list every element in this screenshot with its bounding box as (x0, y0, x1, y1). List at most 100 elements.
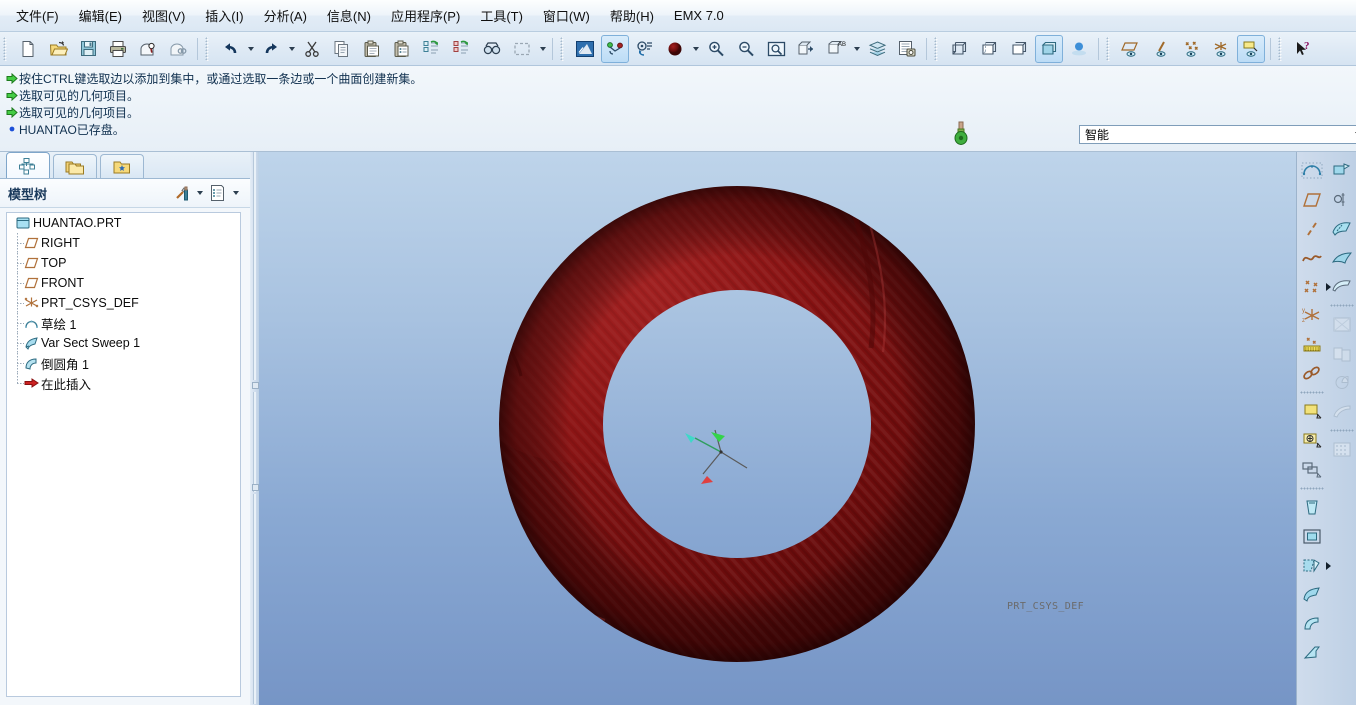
analysis-point-icon[interactable] (1297, 330, 1327, 359)
sweep-surface-icon[interactable] (1297, 580, 1327, 609)
model-torus[interactable] (259, 152, 1296, 705)
copy-icon[interactable] (328, 35, 356, 63)
datum-axis-display-icon[interactable] (1147, 35, 1175, 63)
model-tree[interactable]: HUANTAO.PRT RIGHT TOP FRONT PRT_CSYS_DEF… (6, 212, 241, 697)
color-appearance-dropdown-arrow[interactable] (690, 36, 701, 62)
tree-node-csys[interactable]: PRT_CSYS_DEF (7, 293, 240, 313)
chamfer-tool-icon[interactable] (1297, 638, 1327, 667)
offset-surface-icon[interactable] (1327, 272, 1356, 301)
spin-center-icon[interactable] (631, 35, 659, 63)
sketch-tool-icon[interactable] (1297, 156, 1327, 185)
zoom-in-icon[interactable] (702, 35, 730, 63)
tree-display-dropdown-arrow[interactable] (230, 182, 242, 204)
revolve-tool-icon[interactable] (1297, 426, 1327, 455)
selection-filter-icon[interactable] (950, 120, 972, 148)
rib-tool-icon[interactable] (1297, 522, 1327, 551)
ref-chain-icon[interactable] (1297, 359, 1327, 388)
menu-item-view[interactable]: 视图(V) (132, 1, 195, 30)
print-preview-icon[interactable] (134, 35, 162, 63)
selection-box-icon[interactable] (508, 35, 536, 63)
sweep-blend-tool-icon[interactable] (1297, 455, 1327, 484)
chevron-down-icon[interactable] (1351, 127, 1356, 142)
datum-csys-display-icon[interactable] (1207, 35, 1235, 63)
tab-favorites[interactable] (100, 154, 144, 178)
menu-item-info[interactable]: 信息(N) (317, 1, 381, 30)
save-icon[interactable] (74, 35, 102, 63)
menu-item-emx[interactable]: EMX 7.0 (664, 3, 734, 28)
tree-display-icon[interactable] (206, 181, 230, 205)
tree-node-sketch[interactable]: 草绘 1 (7, 313, 240, 333)
print-icon[interactable] (104, 35, 132, 63)
helical-sweep-icon[interactable] (1327, 185, 1356, 214)
datum-point-display-icon[interactable] (1177, 35, 1205, 63)
menu-item-analysis[interactable]: 分析(A) (254, 1, 317, 30)
shaded-reflection-icon[interactable] (1065, 35, 1093, 63)
menu-item-applications[interactable]: 应用程序(P) (381, 1, 470, 30)
menu-item-window[interactable]: 窗口(W) (533, 1, 600, 30)
regenerate-manual-icon[interactable] (448, 35, 476, 63)
selection-box-dropdown-arrow[interactable] (537, 36, 548, 62)
round-tool-icon[interactable] (1297, 609, 1327, 638)
annotation-display-icon[interactable] (1237, 34, 1265, 63)
splitter-grab-bottom[interactable] (252, 484, 259, 491)
extrude-tool-icon[interactable] (1297, 397, 1327, 426)
splitter-grab-top[interactable] (252, 382, 259, 389)
trim-surface-icon[interactable] (1327, 368, 1356, 397)
toolbar-grip-edit[interactable] (205, 36, 212, 61)
new-file-icon[interactable] (14, 35, 42, 63)
repaint-icon[interactable] (571, 35, 599, 63)
zoom-out-icon[interactable] (732, 35, 760, 63)
tree-node-part[interactable]: HUANTAO.PRT (7, 213, 240, 233)
datum-plane-display-icon[interactable] (1117, 35, 1145, 63)
panel-splitter[interactable] (250, 152, 259, 705)
datum-axis-tool-icon[interactable] (1297, 214, 1327, 243)
redo-icon[interactable] (257, 35, 285, 63)
shaded-icon[interactable] (1035, 34, 1063, 63)
datum-plane-tool-icon[interactable] (1297, 185, 1327, 214)
view-manager-icon[interactable] (893, 35, 921, 63)
tab-folder-browser[interactable] (53, 154, 97, 178)
layers-icon[interactable] (863, 35, 891, 63)
paste-icon[interactable] (358, 35, 386, 63)
color-appearance-icon[interactable] (661, 35, 689, 63)
graphics-viewport[interactable]: PRT_CSYS_DEF BBS.CHINADE.NET (259, 152, 1296, 705)
regenerate-icon[interactable] (418, 35, 446, 63)
tree-settings-dropdown-arrow[interactable] (194, 182, 206, 204)
menu-item-tools[interactable]: 工具(T) (470, 1, 533, 30)
merge-surface-icon[interactable] (1327, 339, 1356, 368)
tree-node-round[interactable]: 倒圆角 1 (7, 353, 240, 373)
toolbar-grip-datum[interactable] (1106, 36, 1113, 61)
menu-item-help[interactable]: 帮助(H) (600, 1, 664, 30)
tree-node-right[interactable]: RIGHT (7, 233, 240, 253)
menu-item-file[interactable]: 文件(F) (6, 1, 69, 30)
fill-surface-icon[interactable] (1327, 310, 1356, 339)
toolbar-grip[interactable] (3, 36, 10, 61)
curve-tool-icon[interactable] (1297, 243, 1327, 272)
no-hidden-icon[interactable] (1005, 35, 1033, 63)
find-icon[interactable] (478, 35, 506, 63)
redo-dropdown-arrow[interactable] (286, 36, 297, 62)
datum-point-tool-icon[interactable] (1297, 272, 1331, 301)
toolbar-grip-display[interactable] (934, 36, 941, 61)
menu-item-insert[interactable]: 插入(I) (195, 1, 253, 30)
saved-views-dropdown-arrow[interactable] (851, 36, 862, 62)
draft-tool-icon[interactable] (1297, 551, 1331, 580)
cut-icon[interactable] (298, 35, 326, 63)
style-surface-icon[interactable] (1327, 243, 1356, 272)
toolbar-grip-help[interactable] (1278, 36, 1285, 61)
undo-dropdown-arrow[interactable] (245, 36, 256, 62)
toolbar-grip-view[interactable] (560, 36, 567, 61)
mail-link-icon[interactable] (164, 35, 192, 63)
datum-display-icon[interactable] (601, 34, 629, 63)
context-help-icon[interactable]: ? (1289, 35, 1317, 63)
tab-model-tree[interactable] (6, 152, 50, 178)
tree-node-front[interactable]: FRONT (7, 273, 240, 293)
thicken-icon[interactable] (1327, 397, 1356, 426)
shell-tool-icon[interactable] (1297, 493, 1327, 522)
tree-node-var-sect-sweep[interactable]: Var Sect Sweep 1 (7, 333, 240, 353)
pattern-icon[interactable] (1327, 435, 1356, 464)
refit-icon[interactable] (762, 35, 790, 63)
tree-settings-icon[interactable] (170, 181, 194, 205)
tree-node-top[interactable]: TOP (7, 253, 240, 273)
variable-sweep-icon[interactable] (1327, 156, 1356, 185)
